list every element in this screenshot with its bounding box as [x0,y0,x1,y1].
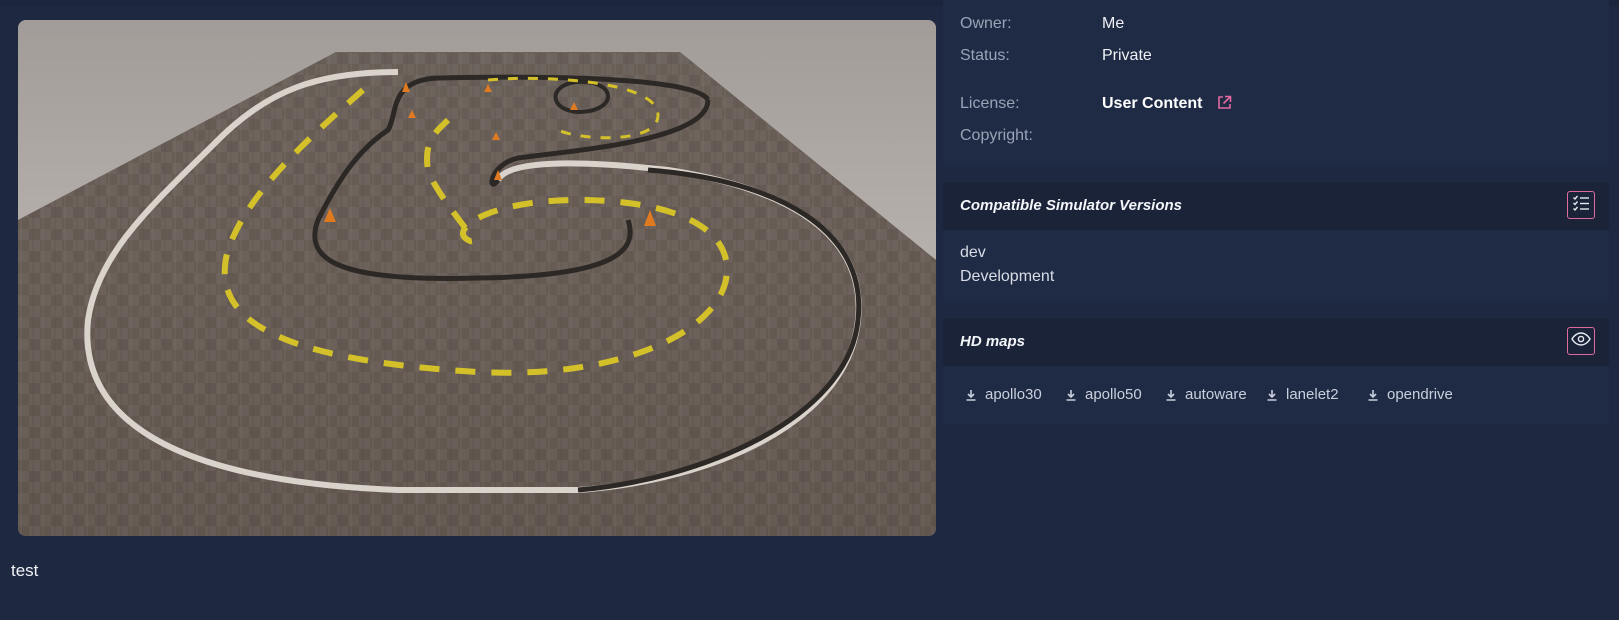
download-lanelet2[interactable]: lanelet2 [1266,386,1339,403]
copyright-row: Copyright: [960,127,1033,145]
download-apollo50[interactable]: apollo50 [1065,386,1142,403]
map-format-label[interactable]: apollo50 [1085,386,1142,403]
download-icon [966,390,976,401]
simulator-versions-panel: Compatible Simulator Versions dev Develo… [943,182,1609,302]
map-format-label[interactable]: opendrive [1387,386,1453,403]
download-icon [1267,390,1277,401]
status-value: Private [1102,47,1152,64]
map-format-label[interactable]: lanelet2 [1286,386,1339,403]
map-preview-image [18,20,936,536]
simulator-versions-title: Compatible Simulator Versions [960,197,1182,214]
download-autoware[interactable]: autoware [1165,386,1247,403]
status-row: Status: Private [960,47,1152,65]
status-label: Status: [960,47,1010,64]
owner-label: Owner: [960,15,1012,32]
download-apollo30[interactable]: apollo30 [965,386,1042,403]
license-value[interactable]: User Content [1102,95,1202,112]
map-caption: test [11,561,39,580]
copyright-label: Copyright: [960,127,1033,144]
map-format-label[interactable]: apollo30 [985,386,1042,403]
license-label: License: [960,95,1020,112]
external-link-icon[interactable] [1217,95,1232,115]
version-item: dev [960,244,986,261]
download-icon [1066,390,1076,401]
version-item: Development [960,268,1055,285]
view-button[interactable] [1567,327,1595,355]
simulator-versions-header: Compatible Simulator Versions [943,182,1609,230]
checklist-button[interactable] [1567,191,1595,219]
download-icon [1368,390,1378,401]
hd-maps-header: HD maps [943,318,1609,366]
license-row: License: User Content [960,95,1232,113]
map-format-label[interactable]: autoware [1185,386,1247,403]
map-info-panel: Owner: Me Status: Private License: User … [943,0,1609,166]
owner-row: Owner: Me [960,15,1124,33]
eye-icon [1571,331,1591,351]
checklist-icon [1572,194,1590,217]
download-icon [1166,390,1176,401]
owner-value: Me [1102,15,1125,32]
license-link[interactable]: User Content [1102,95,1232,115]
hd-maps-panel: HD maps apollo30 apollo50 autoware lanel… [943,318,1609,424]
download-opendrive[interactable]: opendrive [1367,386,1453,403]
hd-maps-title: HD maps [960,333,1026,350]
